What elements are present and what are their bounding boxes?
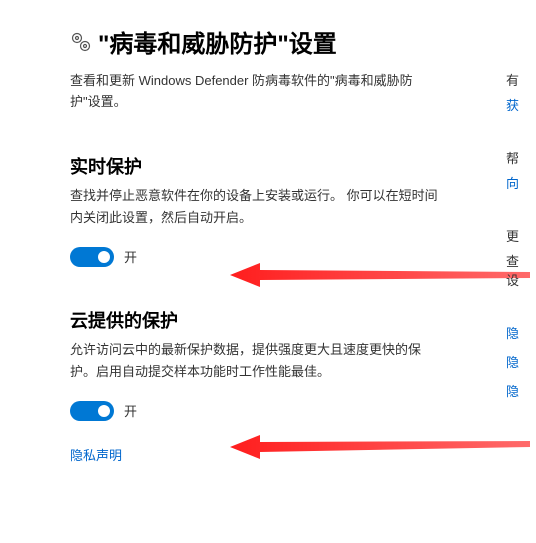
realtime-title: 实时保护	[70, 153, 460, 179]
right-link[interactable]: 隐	[506, 381, 536, 400]
right-text: 设	[506, 270, 536, 289]
section-realtime-protection: 实时保护 查找并停止恶意软件在你的设备上安装或运行。 你可以在短时间内关闭此设置…	[70, 153, 460, 267]
right-link[interactable]: 隐	[506, 352, 536, 371]
right-text: 帮	[506, 148, 536, 167]
cloud-desc: 允许访问云中的最新保护数据，提供强度更大且速度更快的保护。启用自动提交样本功能时…	[70, 339, 440, 383]
right-link[interactable]: 向	[506, 173, 536, 192]
settings-gear-icon	[70, 31, 92, 53]
right-link[interactable]: 获	[506, 95, 536, 114]
privacy-statement-link[interactable]: 隐私声明	[70, 445, 460, 464]
realtime-desc: 查找并停止恶意软件在你的设备上安装或运行。 你可以在短时间内关闭此设置，然后自动…	[70, 185, 440, 229]
right-link[interactable]: 隐	[506, 323, 536, 342]
right-text: 查	[506, 251, 536, 270]
realtime-toggle-label: 开	[124, 247, 137, 266]
cloud-toggle-label: 开	[124, 401, 137, 420]
section-cloud-protection: 云提供的保护 允许访问云中的最新保护数据，提供强度更大且速度更快的保护。启用自动…	[70, 307, 460, 464]
page-summary: 查看和更新 Windows Defender 防病毒软件的"病毒和威胁防护"设置…	[70, 71, 440, 113]
toggle-knob	[98, 251, 110, 263]
right-text: 有	[506, 70, 536, 89]
right-sidebar-fragment: 有 获 帮 向 更 查 设 隐 隐 隐	[506, 70, 536, 400]
cloud-toggle[interactable]	[70, 401, 114, 421]
cloud-title: 云提供的保护	[70, 307, 460, 333]
page-header: "病毒和威胁防护"设置	[70, 24, 460, 59]
page-title: "病毒和威胁防护"设置	[98, 24, 337, 59]
realtime-toggle[interactable]	[70, 247, 114, 267]
right-text: 更	[506, 226, 536, 245]
toggle-knob	[98, 405, 110, 417]
